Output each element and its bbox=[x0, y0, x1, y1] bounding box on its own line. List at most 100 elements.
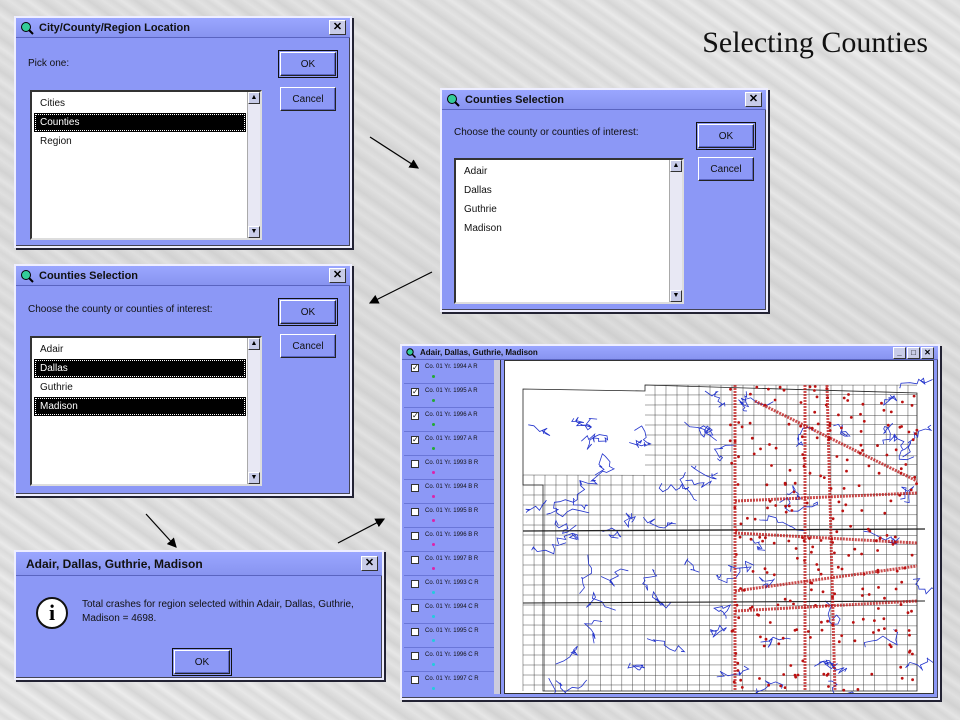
crash-point bbox=[750, 436, 754, 440]
crash-cluster bbox=[754, 399, 918, 483]
close-icon[interactable]: ✕ bbox=[745, 92, 762, 107]
layer-checkbox[interactable] bbox=[411, 604, 419, 612]
crash-point bbox=[774, 446, 778, 450]
crash-point bbox=[738, 535, 742, 539]
crash-point bbox=[739, 678, 743, 682]
river-line bbox=[629, 439, 647, 448]
location-ok-button[interactable]: OK bbox=[278, 50, 338, 78]
crash-point bbox=[790, 509, 794, 512]
river-line bbox=[546, 508, 590, 518]
counties-dialog-selected-titlebar[interactable]: Counties Selection ✕ bbox=[16, 266, 350, 286]
layer-checkbox[interactable] bbox=[411, 652, 419, 660]
layer-checkbox[interactable] bbox=[411, 628, 419, 636]
legend-row[interactable]: ✓ Co. 01 Yr. 1996 A R bbox=[404, 408, 500, 432]
list-item[interactable]: Cities bbox=[34, 94, 246, 113]
crash-point bbox=[858, 451, 862, 455]
close-icon[interactable]: ✕ bbox=[921, 346, 934, 359]
legend-row[interactable]: ✓ Co. 01 Yr. 1994 A R bbox=[404, 360, 500, 384]
legend-row[interactable]: ✓ Co. 01 Yr. 1995 A R bbox=[404, 384, 500, 408]
legend-scrollbar[interactable] bbox=[494, 360, 500, 694]
road-line bbox=[555, 474, 557, 692]
magnifier-globe-icon bbox=[20, 269, 34, 283]
scroll-up-icon[interactable]: ▲ bbox=[248, 338, 260, 350]
road-line bbox=[522, 554, 918, 556]
list-item[interactable]: Madison bbox=[458, 219, 668, 238]
legend-row[interactable]: Co. 01 Yr. 1993 B R bbox=[404, 456, 500, 480]
counties-selected-cancel-button[interactable]: Cancel bbox=[280, 334, 336, 358]
vertical-scrollbar[interactable]: ▲ ▼ bbox=[669, 160, 682, 302]
legend-row[interactable]: Co. 01 Yr. 1997 C R bbox=[404, 672, 500, 694]
crash-point bbox=[782, 673, 786, 676]
legend-row[interactable]: Co. 01 Yr. 1996 C R bbox=[404, 648, 500, 672]
layer-checkbox[interactable] bbox=[411, 532, 419, 540]
legend-row[interactable]: Co. 01 Yr. 1995 B R bbox=[404, 504, 500, 528]
layer-checkbox[interactable] bbox=[411, 460, 419, 468]
crash-point bbox=[734, 553, 738, 556]
legend-row[interactable]: Co. 01 Yr. 1997 B R bbox=[404, 552, 500, 576]
vertical-scrollbar[interactable]: ▲ ▼ bbox=[247, 338, 260, 484]
crash-point bbox=[783, 686, 787, 689]
maximize-icon[interactable]: □ bbox=[907, 346, 920, 359]
list-item[interactable]: Dallas bbox=[458, 181, 668, 200]
layer-checkbox[interactable] bbox=[411, 580, 419, 588]
crash-point bbox=[861, 617, 865, 621]
scroll-up-icon[interactable]: ▲ bbox=[248, 92, 260, 104]
list-item[interactable]: Guthrie bbox=[34, 378, 246, 397]
location-listbox[interactable]: Cities Counties Region ▲ ▼ bbox=[30, 90, 262, 240]
location-dialog-titlebar[interactable]: City/County/Region Location ✕ bbox=[16, 18, 350, 38]
list-item[interactable]: Adair bbox=[34, 340, 246, 359]
map-window-titlebar[interactable]: Adair, Dallas, Guthrie, Madison _ □ ✕ bbox=[402, 346, 938, 360]
river-line bbox=[575, 418, 598, 431]
legend-label: Co. 01 Yr. 1996 C R bbox=[425, 652, 479, 658]
list-item[interactable]: Guthrie bbox=[458, 200, 668, 219]
legend-row[interactable]: Co. 01 Yr. 1994 B R bbox=[404, 480, 500, 504]
location-cancel-button[interactable]: Cancel bbox=[280, 87, 336, 111]
arrow-4 bbox=[337, 518, 386, 544]
list-item-selected[interactable]: Madison bbox=[34, 397, 246, 416]
minimize-icon[interactable]: _ bbox=[893, 346, 906, 359]
legend-row[interactable]: Co. 01 Yr. 1994 C R bbox=[404, 600, 500, 624]
close-icon[interactable]: ✕ bbox=[329, 20, 346, 35]
crash-point bbox=[883, 627, 886, 630]
crash-point bbox=[830, 537, 834, 541]
crash-point bbox=[899, 603, 903, 606]
list-item[interactable]: Region bbox=[34, 132, 246, 151]
layer-checkbox[interactable] bbox=[411, 508, 419, 516]
list-item-selected[interactable]: Counties bbox=[34, 113, 246, 132]
layer-checkbox[interactable] bbox=[411, 676, 419, 684]
counties-empty-cancel-button[interactable]: Cancel bbox=[698, 157, 754, 181]
layer-checkbox[interactable] bbox=[411, 556, 419, 564]
layer-checkbox[interactable]: ✓ bbox=[411, 412, 419, 420]
scroll-down-icon[interactable]: ▼ bbox=[248, 472, 260, 484]
legend-row[interactable]: Co. 01 Yr. 1995 C R bbox=[404, 624, 500, 648]
counties-dialog-empty-titlebar[interactable]: Counties Selection ✕ bbox=[442, 90, 766, 110]
vertical-scrollbar[interactable]: ▲ ▼ bbox=[247, 92, 260, 238]
counties-empty-ok-button[interactable]: OK bbox=[696, 122, 756, 150]
crash-point bbox=[793, 481, 797, 485]
scroll-up-icon[interactable]: ▲ bbox=[670, 160, 682, 172]
scroll-down-icon[interactable]: ▼ bbox=[670, 290, 682, 302]
list-item-selected[interactable]: Dallas bbox=[34, 359, 246, 378]
layer-checkbox[interactable]: ✓ bbox=[411, 388, 419, 396]
layer-checkbox[interactable]: ✓ bbox=[411, 436, 419, 444]
layer-checkbox[interactable]: ✓ bbox=[411, 364, 419, 372]
scroll-down-icon[interactable]: ▼ bbox=[248, 226, 260, 238]
close-icon[interactable]: ✕ bbox=[329, 268, 346, 283]
legend-row[interactable]: Co. 01 Yr. 1993 C R bbox=[404, 576, 500, 600]
river-line bbox=[863, 629, 899, 648]
legend-row[interactable]: ✓ Co. 01 Yr. 1997 A R bbox=[404, 432, 500, 456]
layer-checkbox[interactable] bbox=[411, 484, 419, 492]
crash-point bbox=[772, 541, 776, 545]
crash-total-ok-button[interactable]: OK bbox=[172, 648, 232, 676]
location-dialog-title: City/County/Region Location bbox=[39, 21, 190, 34]
crash-map[interactable] bbox=[504, 360, 934, 694]
list-item[interactable]: Adair bbox=[458, 162, 668, 181]
counties-empty-listbox[interactable]: Adair Dallas Guthrie Madison ▲ ▼ bbox=[454, 158, 684, 304]
crash-point bbox=[893, 540, 897, 544]
counties-selected-listbox[interactable]: Adair Dallas Guthrie Madison ▲ ▼ bbox=[30, 336, 262, 486]
counties-selected-ok-button[interactable]: OK bbox=[278, 298, 338, 326]
crash-total-dialog-titlebar[interactable]: Adair, Dallas, Guthrie, Madison ✕ bbox=[16, 552, 382, 576]
legend-row[interactable]: Co. 01 Yr. 1996 B R bbox=[404, 528, 500, 552]
legend-swatch bbox=[432, 495, 435, 498]
close-icon[interactable]: ✕ bbox=[361, 556, 378, 571]
